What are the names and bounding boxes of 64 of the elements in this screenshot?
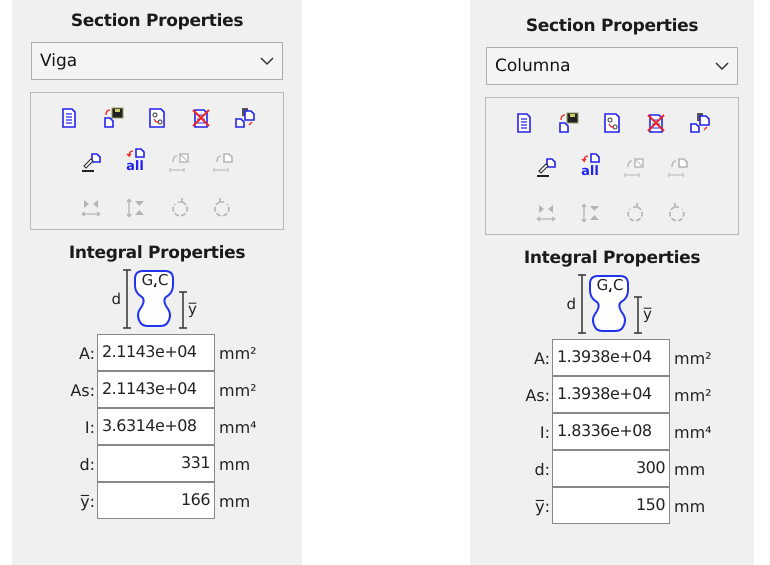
pencil-document-icon bbox=[80, 152, 102, 174]
unit-label: mm² bbox=[218, 343, 258, 365]
unit-label: mm⁴ bbox=[218, 417, 258, 439]
centroid-label: G,C bbox=[596, 276, 624, 294]
document-arrow-icon bbox=[579, 153, 601, 164]
unit-label: mm bbox=[218, 491, 252, 513]
unit-label: mm² bbox=[673, 385, 713, 407]
section-properties-title: Section Properties bbox=[70, 10, 244, 33]
integral-properties-title: Integral Properties bbox=[524, 247, 700, 270]
property-value-field[interactable]: 1.3938e+04 bbox=[552, 376, 670, 412]
property-value-field[interactable]: 3.6314e+08 bbox=[97, 408, 215, 444]
mirror-horizontal-icon bbox=[535, 202, 557, 224]
unit-label: mm² bbox=[673, 348, 713, 370]
centroid-label: G,C bbox=[142, 271, 168, 289]
mirror-vertical-icon bbox=[579, 202, 601, 224]
chevron-down-icon bbox=[260, 56, 274, 66]
integral-properties-title: Integral Properties bbox=[68, 242, 246, 265]
property-label: As: bbox=[69, 380, 96, 402]
copy-documents-icon bbox=[689, 112, 711, 134]
copy-documents-icon bbox=[234, 107, 256, 129]
property-label: y̅: bbox=[534, 496, 551, 518]
property-label: A: bbox=[78, 343, 96, 365]
chevron-down-icon bbox=[715, 62, 729, 70]
property-value-field[interactable]: 1.8336e+08 bbox=[552, 412, 670, 450]
property-label: I: bbox=[538, 422, 551, 444]
document-arrow-icon bbox=[168, 152, 190, 174]
property-value-field[interactable]: 2.1143e+04 bbox=[97, 334, 215, 370]
delete-document-icon bbox=[645, 112, 667, 134]
section-dropdown[interactable]: Viga bbox=[31, 42, 283, 80]
document-arrow-button[interactable]: all bbox=[122, 148, 148, 178]
pencil-document-icon bbox=[535, 157, 557, 179]
property-label: A: bbox=[532, 348, 551, 370]
centroid-height-label: y̅ bbox=[188, 300, 197, 318]
floppy-disk-icon bbox=[102, 107, 124, 129]
depth-label: d bbox=[566, 295, 576, 313]
section-properties-title: Section Properties bbox=[526, 15, 698, 38]
property-label: As: bbox=[524, 385, 551, 407]
unit-label: mm bbox=[673, 459, 706, 481]
property-label: d: bbox=[533, 459, 551, 481]
property-value-field[interactable]: 2.1143e+04 bbox=[97, 370, 215, 408]
centroid-height-label: y̅ bbox=[643, 305, 652, 323]
unit-label: mm⁴ bbox=[673, 422, 713, 444]
unit-label: mm bbox=[218, 454, 252, 476]
property-value-field[interactable]: 150 bbox=[552, 486, 670, 524]
unit-label: mm² bbox=[218, 380, 258, 402]
floppy-disk-icon bbox=[557, 112, 579, 134]
mirror-vertical-icon bbox=[124, 197, 146, 219]
property-value-field[interactable]: 300 bbox=[552, 450, 670, 486]
section-dropdown[interactable]: Columna bbox=[486, 47, 738, 85]
property-value-field[interactable]: 331 bbox=[97, 444, 215, 482]
property-value-field[interactable]: 166 bbox=[97, 482, 215, 518]
delete-document-icon bbox=[190, 107, 212, 129]
document-arrow-icon bbox=[667, 157, 689, 179]
unit-label: mm bbox=[673, 496, 706, 518]
mirror-horizontal-icon bbox=[80, 197, 102, 219]
property-label: I: bbox=[84, 417, 96, 439]
document-arrow-icon bbox=[212, 152, 234, 174]
depth-label: d bbox=[111, 290, 121, 308]
property-label: d: bbox=[78, 454, 96, 476]
property-value-field[interactable]: 1.3938e+04 bbox=[552, 338, 670, 376]
document-arrow-button[interactable]: all bbox=[577, 153, 603, 183]
property-label: y̅: bbox=[79, 491, 96, 513]
document-arrow-icon bbox=[623, 157, 645, 179]
document-arrow-icon bbox=[124, 148, 146, 159]
